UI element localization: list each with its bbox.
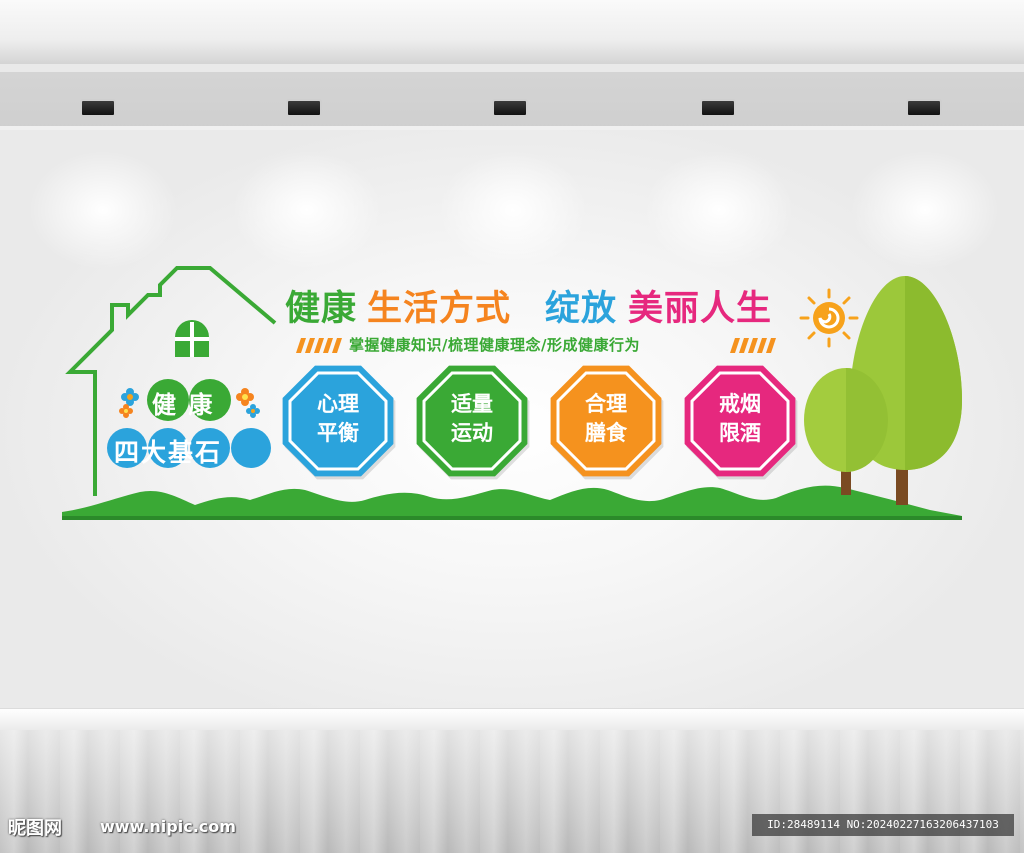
pillar-line-2: 运动 [451, 421, 493, 445]
badge-line-1: 健 康 [152, 391, 215, 419]
pillar-line-1: 心理 [317, 392, 359, 416]
tree-icon [804, 368, 888, 495]
pillar-line-1: 戒烟 [719, 392, 761, 416]
title-part-4: 美丽人生 [628, 289, 773, 329]
stripe-right [730, 338, 776, 353]
stripe-left [296, 338, 342, 353]
title-part-2: 生活方式 [367, 289, 512, 329]
window-icon [175, 320, 209, 357]
pillar-line-1: 适量 [451, 392, 493, 416]
sun-icon [799, 288, 859, 348]
watermark-logo: 昵图网 [8, 818, 62, 839]
ground-hills [62, 485, 962, 520]
pillar-label-mental: 心理 平衡 [293, 390, 383, 448]
pillar-label-exercise: 适量 运动 [427, 390, 517, 448]
badge-line-2: 四大基石 [114, 438, 223, 467]
pillar-label-smoking: 戒烟 限酒 [695, 390, 785, 448]
pillar-line-2: 膳食 [585, 421, 627, 445]
pillar-label-diet: 合理 膳食 [561, 390, 651, 448]
pillar-line-2: 限酒 [719, 421, 761, 445]
title-part-3: 绽放 [545, 289, 618, 329]
title-part-1: 健康 [285, 289, 358, 329]
subtitle: 掌握健康知识/梳理健康理念/形成健康行为 [349, 336, 640, 354]
pillar-line-2: 平衡 [317, 421, 359, 445]
watermark-url: www.nipic.com [100, 817, 236, 836]
pillar-line-1: 合理 [585, 392, 627, 416]
watermark-id: ID:28489114 NO:20240227163206437103 [752, 814, 1014, 836]
